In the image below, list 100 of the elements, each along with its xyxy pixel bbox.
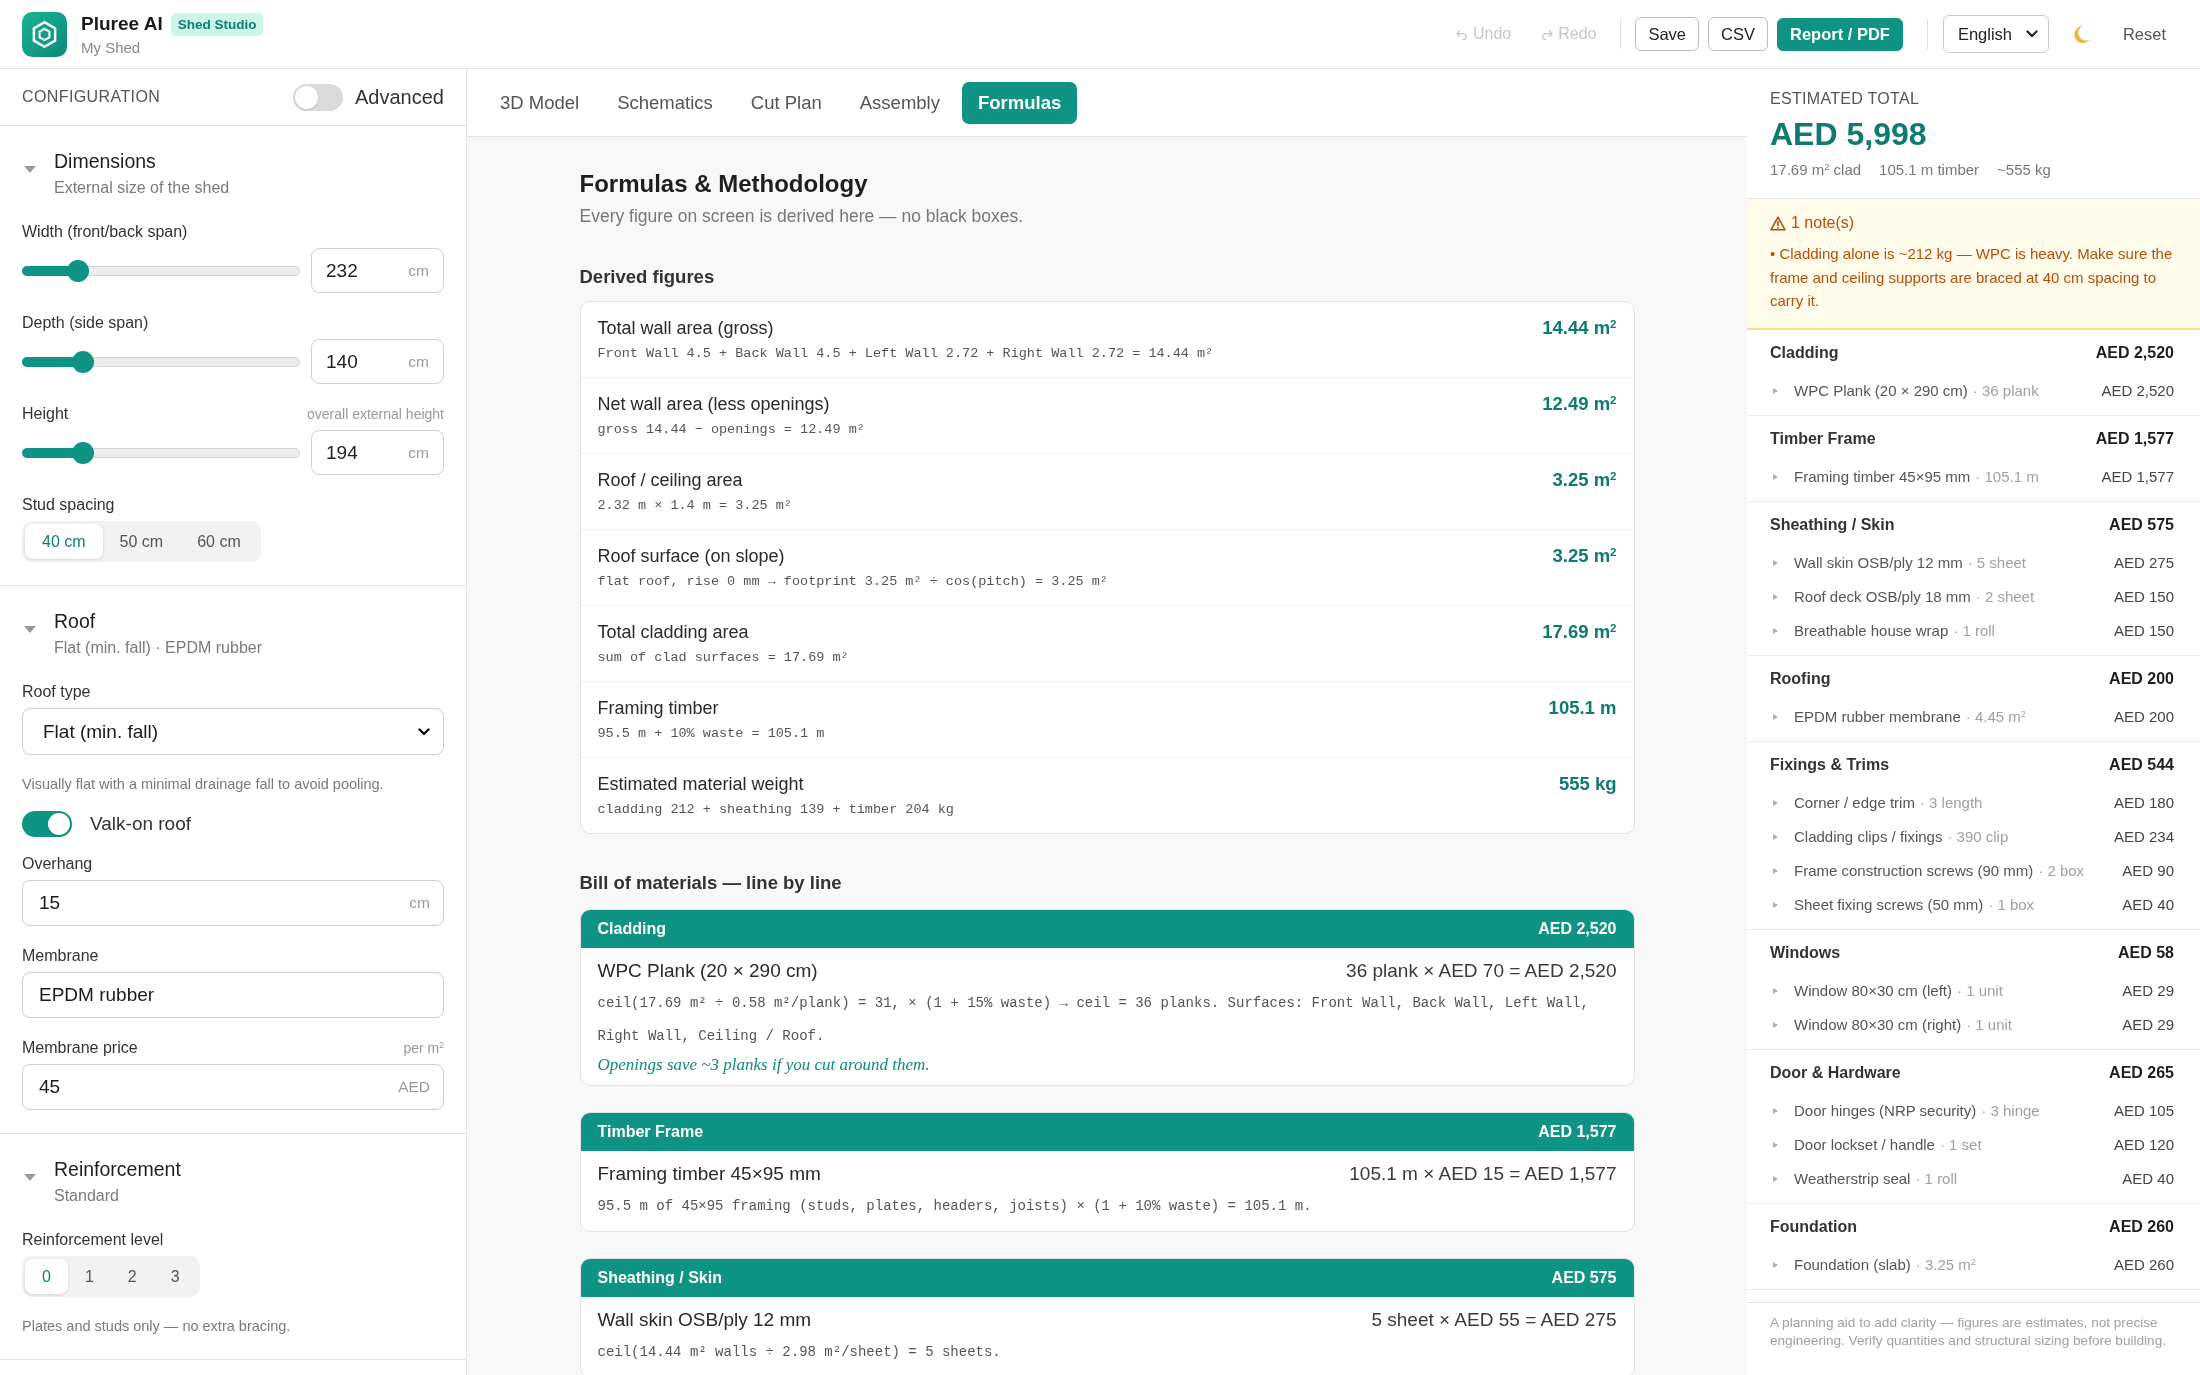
number-field[interactable]: 232 cm [311,248,444,293]
item-amount: AED 200 [2112,708,2174,725]
toggle-switch[interactable] [293,83,344,111]
segment-option[interactable]: 60 cm [180,524,258,559]
toggle-label: Valk-on roof [90,813,192,835]
language-select[interactable]: English [1942,15,2049,53]
unit-label: cm [408,261,429,280]
formula-text: Front Wall 4.5 + Back Wall 4.5 + Left Wall 2.72 + Right Wall 2.72 = 14.44 m² [597,345,1214,363]
tab[interactable]: Formulas [962,81,1078,124]
line-item-name: Framing timber 45×95 mm [597,1162,821,1186]
figure-value: 555 kg [1558,772,1617,796]
slider-track[interactable] [22,349,300,374]
item-name: Corner / edge trim [1794,794,1915,811]
item-amount: AED 2,520 [2100,382,2174,399]
tab[interactable]: 3D Model [484,81,596,124]
slider-thumb[interactable] [72,350,95,373]
item-name: EPDM rubber membrane [1794,708,1961,725]
item-quantity: · 1 unit [1957,982,2003,999]
item-name: Door hinges (NRP security) [1794,1102,1977,1119]
cost-group-total: AED 1,577 [2095,428,2174,449]
field-hint: overall external height [307,406,444,422]
redo-icon [1541,28,1554,40]
item-amount: AED 120 [2112,1136,2174,1153]
item-name: Frame construction screws (90 mm) [1794,862,2034,879]
tab[interactable]: Cut Plan [734,81,838,124]
slider-track[interactable] [22,440,300,465]
input-field[interactable]: EPDM rubber [22,972,444,1018]
unit-label: cm [409,894,430,912]
item-amount: AED 234 [2112,828,2174,845]
figure-label: Estimated material weight [597,773,805,796]
section-heading: Derived figures [579,265,716,289]
cost-group-total: AED 260 [2109,1216,2174,1237]
input-field[interactable]: 15 cm [22,880,444,926]
item-name: WPC Plank (20 × 290 cm) [1794,382,1968,399]
figure-value: 105.1 m [1548,696,1617,720]
chevron-down-icon[interactable] [24,166,36,173]
item-amount: AED 40 [2121,896,2174,913]
line-item-name: WPC Plank (20 × 290 cm) [597,959,818,983]
formula-text: flat roof, rise 0 mm → footprint 3.25 m² ÷ cos(pitch) = 3.25 m² [597,573,1108,591]
chevron-down-icon[interactable] [24,1174,36,1181]
number-field[interactable]: 194 cm [311,430,444,475]
slider-thumb[interactable] [72,441,95,464]
item-quantity: · 105.1 m [1975,468,2039,485]
figure-value: 14.44 m$^{2}$ [1542,316,1617,340]
app-name: Pluree AI [81,13,163,35]
category-total: AED 2,520 [1538,920,1617,938]
cost-group-name: Roofing [1770,668,1831,689]
cost-group-name: Fixings & Trims [1770,754,1890,775]
item-quantity: · 1 box [1988,896,2035,913]
segment-option[interactable]: 50 cm [102,524,181,559]
toggle-switch[interactable] [22,811,72,837]
note-text: Openings save ~3 planks if you cut around them. [597,1054,931,1076]
section-title: Roof [54,609,97,633]
segment-option[interactable]: 0 [25,1259,68,1294]
number-field[interactable]: 140 cm [311,339,444,384]
item-amount: AED 29 [2121,1016,2174,1033]
segment-option[interactable]: 2 [110,1259,154,1294]
item-quantity: · 4.45 m$^{2}$ [1965,708,2026,725]
figure-label: Total cladding area [597,621,750,644]
slider-thumb[interactable] [66,259,89,282]
unit-label: cm [408,352,429,371]
item-name: Breathable house wrap [1794,622,1949,639]
chevron-down-icon[interactable] [24,626,36,633]
item-amount: AED 40 [2121,1170,2174,1187]
category-name: Sheathing / Skin [597,1269,722,1287]
formula-text: 2.32 m × 1.4 m = 3.25 m² [597,497,792,515]
toolbar-button[interactable]: Save [1635,17,1700,51]
caret-icon [1773,559,1778,566]
panel-heading: CONFIGURATION [22,88,161,106]
section-subtitle: Flat (min. fall) · EPDM rubber [54,638,263,658]
tab[interactable]: Assembly [843,81,956,124]
input-field[interactable]: 45 AED [22,1064,444,1110]
section-heading: Bill of materials — line by line [579,871,843,895]
select-field[interactable]: Flat (min. fall) [22,708,444,755]
chevron-down-icon [418,727,430,736]
segment-option[interactable]: 1 [67,1259,111,1294]
formula-text: sum of clad surfaces = 17.69 m² [597,649,849,667]
reset-button[interactable]: Reset [2122,20,2166,48]
caret-icon [1773,1107,1778,1114]
figure-value: 3.25 m$^{2}$ [1552,468,1617,492]
page-title: Formulas & Methodology [579,169,869,199]
figure-value: 12.49 m$^{2}$ [1542,392,1617,416]
line-item-calculation: 5 sheet × AED 55 = AED 275 [1371,1308,1617,1332]
toolbar-button[interactable]: CSV [1708,17,1768,51]
formula-text: ceil(14.44 m² walls ÷ 2.98 m²/sheet) = 5 sheets. [597,1343,1002,1362]
item-quantity: · 3 length [1919,794,1983,811]
item-name: Sheet fixing screws (50 mm) [1794,896,1984,913]
tab[interactable]: Schematics [601,81,729,124]
segment-option[interactable]: 40 cm [25,524,103,559]
item-amount: AED 90 [2121,862,2174,879]
line-item-calculation: 36 plank × AED 70 = AED 2,520 [1346,959,1617,983]
warning-icon [1770,215,1786,231]
figure-label: Net wall area (less openings) [597,393,831,416]
caret-icon [1773,1261,1778,1268]
segment-option[interactable]: 3 [153,1259,197,1294]
summary-stat: 105.1 m timber [1879,160,1980,180]
toolbar-button[interactable]: Report / PDF [1776,17,1903,51]
cost-group-total: AED 58 [2117,942,2174,963]
slider-track[interactable] [22,258,300,283]
caret-icon [1773,833,1778,840]
